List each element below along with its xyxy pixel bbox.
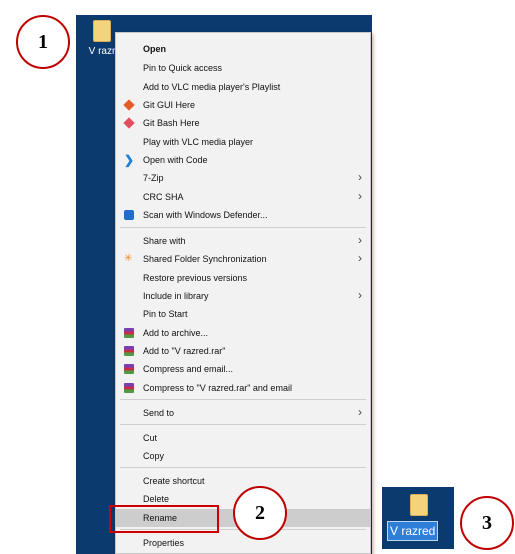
callout-step-1: 1 <box>16 15 70 69</box>
menu-item-label: Open <box>143 44 167 54</box>
menu-item-add-to-archive[interactable]: Add to archive... <box>116 324 370 342</box>
menu-item-label: Restore previous versions <box>143 273 248 283</box>
callout-step-2: 2 <box>233 486 287 540</box>
git-gui-icon <box>123 99 135 111</box>
rename-inset: V razred <box>382 487 454 549</box>
menu-item-properties[interactable]: Properties <box>116 534 370 552</box>
chevron-right-icon: › <box>358 288 362 302</box>
menu-item-label: Add to "V razred.rar" <box>143 346 226 356</box>
menu-item-add-to-rar[interactable]: Add to "V razred.rar" <box>116 342 370 360</box>
menu-item-label: Include in library <box>143 291 209 301</box>
callout-number: 2 <box>255 501 265 524</box>
menu-item-label: Pin to Quick access <box>143 63 223 73</box>
chevron-right-icon: › <box>358 189 362 203</box>
menu-item-label: Open with Code <box>143 155 208 165</box>
menu-item-git-bash[interactable]: Git Bash Here <box>116 114 370 132</box>
menu-item-label: Add to archive... <box>143 328 209 338</box>
folder-icon <box>410 494 428 516</box>
menu-item-label: Compress to "V razred.rar" and email <box>143 383 292 393</box>
folder-icon <box>93 20 111 42</box>
menu-item-vlc-play[interactable]: Play with VLC media player <box>116 133 370 151</box>
winrar-icon <box>124 364 134 374</box>
menu-item-cut[interactable]: Cut <box>116 429 370 447</box>
menu-item-label: Delete <box>143 494 170 504</box>
menu-item-label: Add to VLC media player's Playlist <box>143 82 281 92</box>
menu-item-include-in-library[interactable]: Include in library › <box>116 287 370 305</box>
context-menu: Open Pin to Quick access Add to VLC medi… <box>115 32 371 554</box>
winrar-icon <box>124 383 134 393</box>
menu-item-pin-to-start[interactable]: Pin to Start <box>116 305 370 323</box>
menu-item-label: Cut <box>143 433 158 443</box>
menu-item-pin-quick-access[interactable]: Pin to Quick access <box>116 59 370 77</box>
menu-item-git-gui[interactable]: Git GUI Here <box>116 96 370 114</box>
menu-item-label: Git Bash Here <box>143 118 200 128</box>
callout-number: 1 <box>38 30 48 53</box>
winrar-icon <box>124 346 134 356</box>
chevron-right-icon: › <box>358 170 362 184</box>
callout-step-3: 3 <box>460 496 514 550</box>
menu-separator <box>120 227 366 228</box>
menu-item-label: Share with <box>143 236 186 246</box>
chevron-right-icon: › <box>358 405 362 419</box>
menu-item-label: 7-Zip <box>143 173 164 183</box>
menu-separator <box>120 467 366 468</box>
menu-item-7zip[interactable]: 7-Zip › <box>116 169 370 187</box>
menu-item-open[interactable]: Open <box>116 40 370 58</box>
menu-separator <box>120 399 366 400</box>
menu-item-label: Play with VLC media player <box>143 137 254 147</box>
menu-item-label: Shared Folder Synchronization <box>143 254 267 264</box>
sync-icon: ✳ <box>124 253 133 264</box>
menu-item-copy[interactable]: Copy <box>116 447 370 465</box>
menu-item-shared-folder-sync[interactable]: ✳ Shared Folder Synchronization › <box>116 250 370 268</box>
callout-number: 3 <box>482 511 492 534</box>
chevron-right-icon: › <box>358 251 362 265</box>
menu-item-label: Compress and email... <box>143 364 234 374</box>
menu-item-compress-email[interactable]: Compress and email... <box>116 360 370 378</box>
menu-item-create-shortcut[interactable]: Create shortcut <box>116 472 370 490</box>
menu-item-send-to[interactable]: Send to › <box>116 404 370 422</box>
menu-item-label: Pin to Start <box>143 309 188 319</box>
vscode-icon: ❯ <box>124 153 135 167</box>
git-bash-icon <box>123 117 135 129</box>
menu-item-label: Properties <box>143 538 185 548</box>
menu-item-label: Git GUI Here <box>143 100 196 110</box>
rename-input[interactable]: V razred <box>387 521 439 541</box>
menu-item-share-with[interactable]: Share with › <box>116 232 370 250</box>
menu-item-open-with-code[interactable]: ❯ Open with Code <box>116 151 370 169</box>
menu-item-label: CRC SHA <box>143 192 184 202</box>
menu-item-label: Copy <box>143 451 165 461</box>
chevron-right-icon: › <box>358 233 362 247</box>
menu-item-crc-sha[interactable]: CRC SHA › <box>116 188 370 206</box>
rename-highlight-box <box>109 505 219 533</box>
menu-item-compress-rar-email[interactable]: Compress to "V razred.rar" and email <box>116 379 370 397</box>
menu-item-label: Scan with Windows Defender... <box>143 210 268 220</box>
menu-item-vlc-playlist[interactable]: Add to VLC media player's Playlist <box>116 78 370 96</box>
menu-separator <box>120 424 366 425</box>
menu-item-label: Create shortcut <box>143 476 205 486</box>
windows-defender-icon <box>124 210 134 220</box>
menu-item-label: Send to <box>143 408 175 418</box>
menu-item-windows-defender[interactable]: Scan with Windows Defender... <box>116 206 370 224</box>
winrar-icon <box>124 328 134 338</box>
menu-item-restore-previous[interactable]: Restore previous versions <box>116 269 370 287</box>
